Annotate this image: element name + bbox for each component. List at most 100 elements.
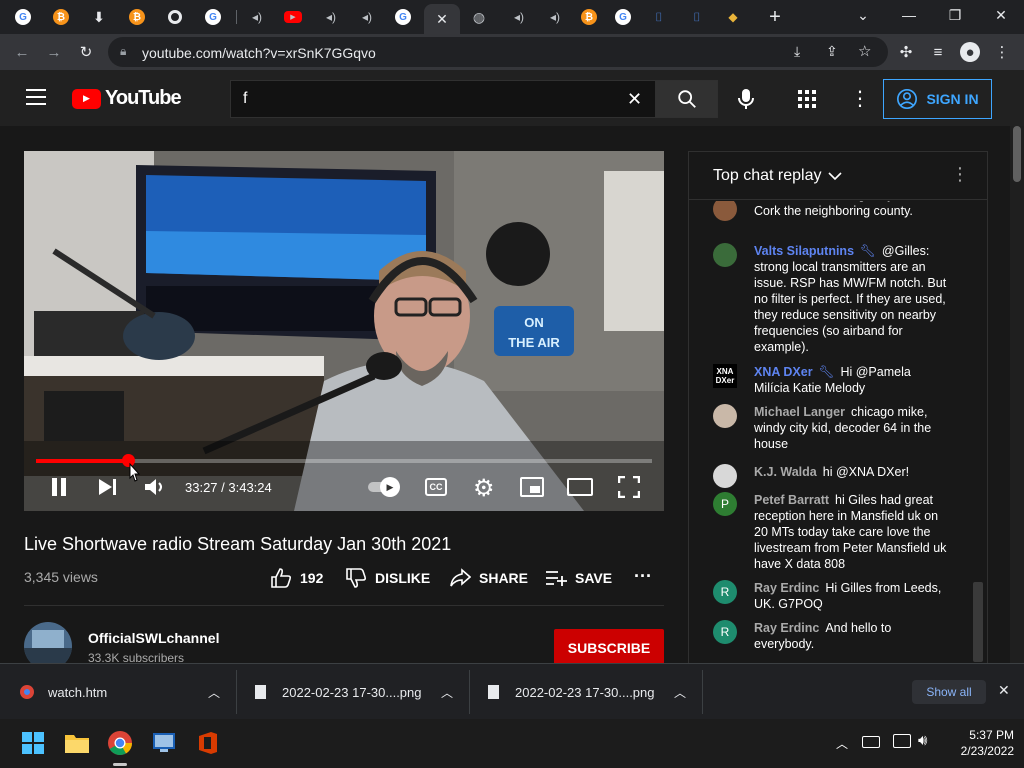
settings-gear-icon[interactable]: ⚙	[473, 474, 495, 503]
search-button[interactable]	[655, 80, 718, 118]
chat-avatar	[713, 464, 737, 488]
tab-bitcoin-3[interactable]: ₿	[574, 4, 604, 30]
time-display: 33:27 / 3:43:24	[185, 480, 272, 495]
tab-audio-4[interactable]: ◂)	[504, 4, 534, 30]
share-icon[interactable]: ⇪	[826, 43, 838, 60]
tab-google-1[interactable]: G	[8, 4, 38, 30]
theater-mode-icon[interactable]	[567, 478, 593, 496]
volume-icon[interactable]	[144, 477, 166, 502]
tab-bitcoin-2[interactable]: ₿	[122, 4, 152, 30]
hamburger-icon[interactable]	[26, 89, 46, 105]
install-icon[interactable]: ⤓	[794, 43, 800, 60]
menu-icon[interactable]: ⋮	[992, 42, 1012, 62]
close-shelf-icon[interactable]: ✕	[998, 682, 1010, 699]
tab-audio-5[interactable]: ◂)	[540, 4, 570, 30]
keyboard-icon[interactable]	[862, 736, 880, 748]
profile-icon[interactable]: ●	[960, 42, 980, 62]
sign-in-button[interactable]: SIGN IN	[883, 79, 992, 119]
back-icon[interactable]: ←	[12, 42, 32, 62]
close-window-button[interactable]: ✕	[978, 0, 1024, 30]
reload-icon[interactable]: ↻	[76, 42, 96, 62]
subtitles-icon[interactable]: CC	[425, 478, 447, 496]
chevron-up-icon[interactable]: ︿	[208, 684, 220, 701]
tab-chrome[interactable]	[160, 4, 190, 30]
autoplay-toggle[interactable]: ▶	[368, 477, 402, 497]
more-actions-icon[interactable]: ···	[634, 566, 652, 587]
apps-grid-icon[interactable]	[798, 90, 816, 108]
chat-author[interactable]: Ray Erdinc	[754, 621, 819, 635]
show-all-button[interactable]: Show all	[912, 680, 986, 704]
office-icon[interactable]	[194, 729, 222, 757]
chat-mode-dropdown[interactable]: Top chat replay	[713, 167, 842, 185]
tab-search-button[interactable]: ⌄	[840, 0, 886, 30]
download-item[interactable]: 2022-02-23 17-30....png ︿	[255, 664, 463, 720]
video-player[interactable]: ON THE AIR 33:27 / 3:43:24 ▶ CC ⚙	[24, 151, 664, 511]
volume-tray-icon[interactable]: 🔊︎	[918, 732, 927, 749]
show-hidden-icons-chevron[interactable]: ︿	[836, 735, 848, 752]
chat-author[interactable]: K.J. Walda	[754, 465, 817, 479]
like-button[interactable]: 192	[270, 568, 323, 588]
youtube-logo[interactable]: ▶ YouTube	[72, 87, 182, 110]
channel-name[interactable]: OfficialSWLchannel	[88, 630, 219, 646]
forward-icon[interactable]: →	[44, 42, 64, 62]
chat-author[interactable]: Michael Langer	[754, 405, 845, 419]
settings-menu-icon[interactable]: ⋮	[850, 86, 870, 111]
tab-google-4[interactable]: G	[608, 4, 638, 30]
tab-app-3[interactable]: ◆	[718, 4, 748, 30]
chat-message: Valts Silaputnins 🔧︎ @Gilles: strong local…	[713, 243, 949, 355]
remote-desktop-icon[interactable]	[150, 729, 178, 757]
tab-app-2[interactable]: ⌷	[682, 4, 712, 30]
miniplayer-icon[interactable]	[520, 477, 544, 497]
download-item[interactable]: 2022-02-23 17-30....png ︿	[488, 664, 696, 720]
restore-button[interactable]: ❐	[932, 0, 978, 30]
chat-menu-icon[interactable]: ⋮	[951, 164, 969, 185]
minimize-button[interactable]: —	[886, 0, 932, 30]
tab-youtube-active[interactable]: ✕	[424, 4, 460, 34]
tab-audio-3[interactable]: ◂)	[352, 4, 382, 30]
chevron-up-icon[interactable]: ︿	[441, 684, 453, 701]
tab-bitcoin-1[interactable]: ₿	[46, 4, 76, 30]
clear-search-icon[interactable]: ✕	[627, 89, 642, 110]
search-input[interactable]: f ✕	[230, 80, 655, 118]
chevron-up-icon[interactable]: ︿	[674, 684, 686, 701]
chat-scrollbar[interactable]	[973, 582, 983, 662]
tab-youtube-1[interactable]: ▶	[278, 4, 308, 30]
extensions-icon[interactable]: ✣	[896, 42, 916, 62]
tab-globe[interactable]: ◍	[464, 4, 494, 30]
next-icon[interactable]	[98, 478, 118, 501]
clock[interactable]: 5:37 PM 2/23/2022	[944, 727, 1014, 759]
subscribe-button[interactable]: SUBSCRIBE	[554, 629, 664, 666]
search-value: f	[243, 90, 248, 107]
pause-icon[interactable]	[50, 477, 68, 502]
tab-downloads[interactable]: ⬇	[84, 4, 114, 30]
playlist-add-icon	[546, 571, 567, 586]
address-bar[interactable]: 🔒︎ youtube.com/watch?v=xrSnK7GGqvo ⤓ ⇪ ☆	[108, 37, 888, 67]
network-icon[interactable]	[893, 734, 911, 748]
file-explorer-icon[interactable]	[63, 729, 91, 757]
tab-google-3[interactable]: G	[388, 4, 418, 30]
fullscreen-icon[interactable]	[617, 475, 641, 503]
close-icon[interactable]: ✕	[436, 11, 448, 28]
dislike-button[interactable]: DISLIKE	[345, 568, 430, 588]
save-button[interactable]: SAVE	[545, 568, 612, 588]
tab-app-1[interactable]: ⌷	[644, 4, 674, 30]
media-control-icon[interactable]: ≡	[928, 42, 948, 62]
chrome-taskbar-icon[interactable]	[106, 729, 134, 757]
windows-start-icon[interactable]	[19, 729, 47, 757]
microphone-icon[interactable]	[737, 88, 755, 115]
download-item[interactable]: watch.htm ︿	[20, 664, 230, 720]
chat-author[interactable]: XNA DXer	[754, 365, 813, 379]
share-arrow-icon	[450, 568, 471, 587]
chat-author[interactable]: Ray Erdinc	[754, 581, 819, 595]
new-tab-button[interactable]: +	[760, 4, 790, 30]
chat-author[interactable]: Petef Barratt	[754, 493, 829, 507]
chat-author[interactable]: Valts Silaputnins	[754, 244, 854, 258]
chevron-down-icon	[827, 172, 842, 181]
tab-audio-2[interactable]: ◂)	[316, 4, 346, 30]
download-filename: 2022-02-23 17-30....png	[282, 684, 422, 700]
page-scrollbar[interactable]	[1010, 126, 1024, 663]
tab-audio-1[interactable]: ◂)	[242, 4, 272, 30]
bookmark-star-icon[interactable]: ☆	[858, 42, 871, 60]
tab-google-2[interactable]: G	[198, 4, 228, 30]
share-button[interactable]: SHARE	[449, 568, 528, 588]
